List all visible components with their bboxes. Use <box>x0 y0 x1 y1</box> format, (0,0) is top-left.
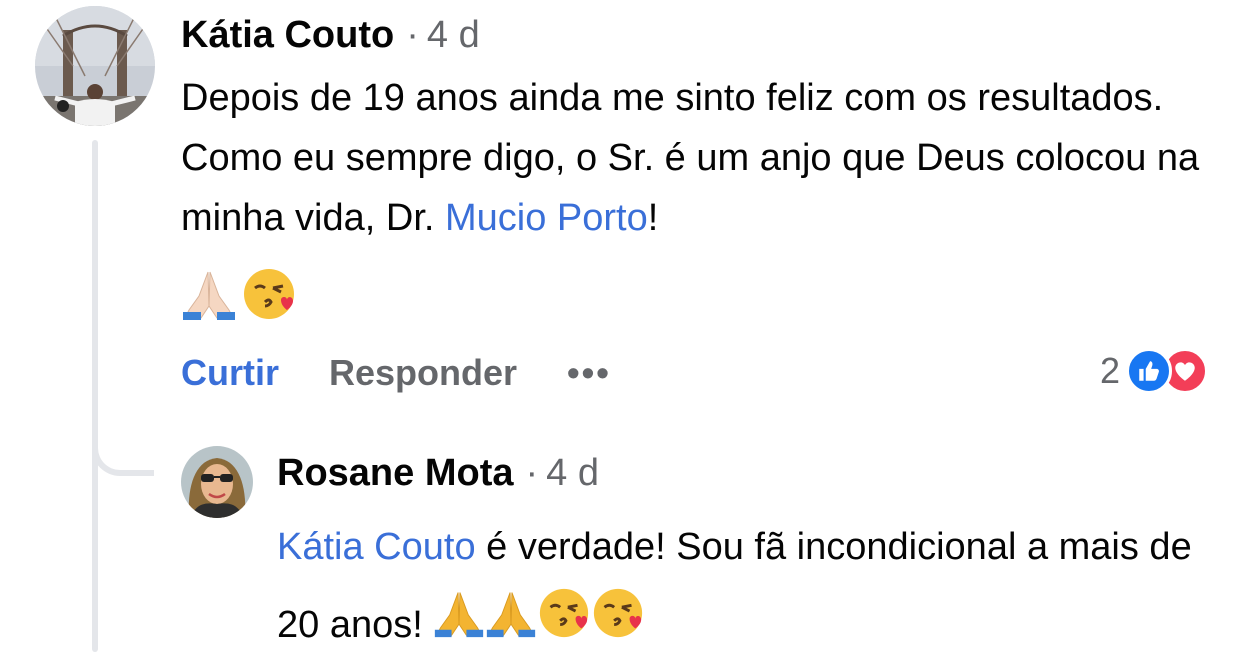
like-icon <box>1126 348 1172 394</box>
reply-body: Kátia Couto é verdade! Sou fã incondicio… <box>277 508 1227 652</box>
reaction-summary[interactable]: 2 <box>1100 348 1208 394</box>
mention-link[interactable]: Mucio Porto <box>445 197 648 239</box>
thread-connector-line <box>92 140 98 652</box>
avatar[interactable] <box>181 446 253 518</box>
kiss-face-icon <box>591 586 645 652</box>
like-button[interactable]: Curtir <box>181 352 279 394</box>
comment-timestamp[interactable]: 4 d <box>427 14 480 57</box>
avatar[interactable] <box>35 6 155 126</box>
folded-hands-icon <box>181 266 237 327</box>
mention-link[interactable]: Kátia Couto <box>277 526 476 568</box>
separator-dot: · <box>406 14 419 56</box>
more-options-button[interactable]: ••• <box>567 352 611 394</box>
reply-author-name[interactable]: Rosane Mota <box>277 452 513 495</box>
kiss-face-icon <box>241 266 297 327</box>
comment-emojis <box>181 266 297 327</box>
kiss-face-icon <box>537 586 591 652</box>
comment-text-end: ! <box>647 197 659 239</box>
comment-thread: Kátia Couto · 4 d Depois de 19 anos aind… <box>0 0 1242 652</box>
author-name[interactable]: Kátia Couto <box>181 14 394 57</box>
reply-button[interactable]: Responder <box>329 352 517 394</box>
reply-header: Rosane Mota · 4 d <box>277 452 599 495</box>
comment-text: Depois de 19 anos ainda me sinto feliz c… <box>181 77 1200 239</box>
comment-body: Depois de 19 anos ainda me sinto feliz c… <box>181 68 1221 248</box>
folded-hands-icon <box>433 587 485 652</box>
reply-timestamp[interactable]: 4 d <box>546 452 599 495</box>
comment-header: Kátia Couto · 4 d <box>181 14 480 57</box>
folded-hands-icon <box>485 587 537 652</box>
separator-dot: · <box>525 452 539 494</box>
reaction-count: 2 <box>1099 350 1120 391</box>
reply-connector-branch <box>92 420 154 476</box>
comment-actions: Curtir Responder ••• <box>181 352 611 394</box>
